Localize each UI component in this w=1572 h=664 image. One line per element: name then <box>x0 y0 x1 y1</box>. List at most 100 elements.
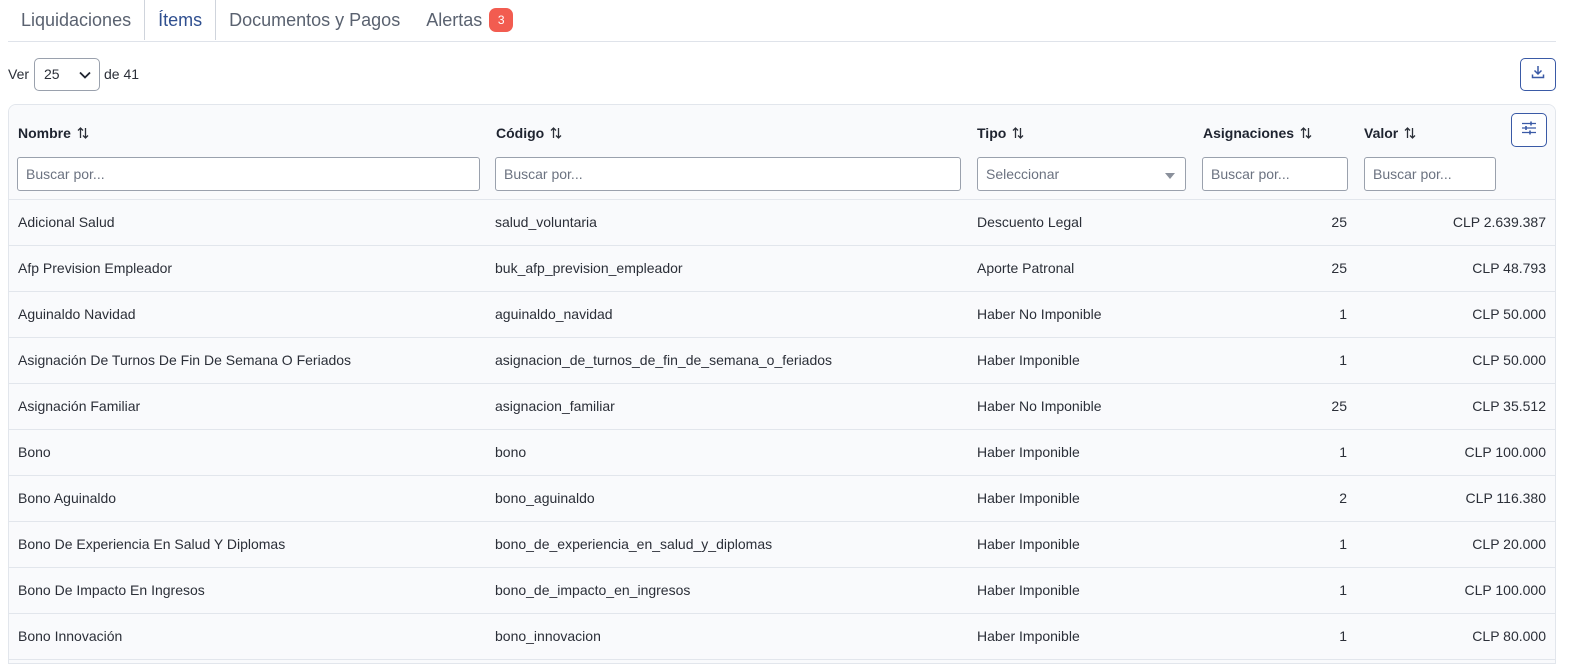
cell-valor: CLP 20.000 <box>1472 536 1546 552</box>
download-button[interactable] <box>1520 58 1556 91</box>
sort-arrows-icon <box>1404 126 1416 140</box>
filter-codigo-input[interactable] <box>495 157 961 191</box>
cell-codigo: aguinaldo_navidad <box>495 306 613 322</box>
column-label: Valor <box>1364 125 1399 141</box>
sort-arrows-icon <box>550 126 562 140</box>
cell-tipo: Haber No Imponible <box>977 306 1102 322</box>
table-header: Nombre Código Tipo Asignaciones Valor Bu… <box>9 105 1555 200</box>
cell-asignaciones: 25 <box>1331 214 1347 230</box>
table-row[interactable]: Bono Innovación bono_innovacion Haber Impo… <box>9 614 1555 660</box>
cell-nombre: Bono Innovación <box>18 628 123 644</box>
cell-nombre: Adicional Salud <box>18 214 115 230</box>
cell-nombre: Bono De Impacto En Ingresos <box>18 582 205 598</box>
cell-tipo: Aporte Patronal <box>977 260 1075 276</box>
cell-tipo: Descuento Legal <box>977 214 1083 230</box>
tab-liquidaciones[interactable]: Liquidaciones <box>8 0 144 40</box>
cell-valor: CLP 80.000 <box>1472 628 1546 644</box>
cell-codigo: asignacion_familiar <box>495 398 615 414</box>
page-size-value: 25 <box>44 66 60 82</box>
cell-tipo: Haber Imponible <box>977 444 1080 460</box>
cell-codigo: bono <box>495 444 527 460</box>
cell-valor: CLP 48.793 <box>1472 260 1546 276</box>
cell-asignaciones: 1 <box>1339 582 1347 598</box>
cell-valor: CLP 50.000 <box>1472 306 1546 322</box>
cell-asignaciones: 2 <box>1339 490 1347 506</box>
cell-nombre: Asignación Familiar <box>18 398 141 414</box>
column-header-nombre[interactable]: Nombre <box>18 125 89 141</box>
tab-bar: Liquidaciones Ítems Documentos y Pagos A… <box>8 0 1556 42</box>
cell-asignaciones: 1 <box>1339 536 1347 552</box>
cell-asignaciones: 1 <box>1339 628 1347 644</box>
tab-documentos-y-pagos[interactable]: Documentos y Pagos <box>216 0 413 40</box>
cell-asignaciones: 1 <box>1339 306 1347 322</box>
table-row[interactable]: Bono bono Haber Imponible 1 CLP 100.000 <box>9 430 1555 476</box>
items-table: Nombre Código Tipo Asignaciones Valor Bu… <box>8 104 1556 664</box>
column-settings-button[interactable] <box>1511 113 1547 147</box>
cell-nombre: Afp Prevision Empleador <box>18 260 173 276</box>
cell-tipo: Haber Imponible <box>977 490 1080 506</box>
column-header-asignaciones[interactable]: Asignaciones <box>1203 125 1312 141</box>
column-header-codigo[interactable]: Código <box>496 125 562 141</box>
filter-nombre-input[interactable] <box>17 157 480 191</box>
tab-label: Ítems <box>158 9 203 30</box>
sort-arrows-icon <box>1012 126 1024 140</box>
column-label: Tipo <box>977 125 1007 141</box>
cell-valor: CLP 2.639.387 <box>1452 214 1546 230</box>
total-count-label: de 41 <box>104 66 140 82</box>
cell-nombre: Bono Aguinaldo <box>18 490 117 506</box>
cell-valor: CLP 100.000 <box>1464 444 1546 460</box>
filter-tipo-select[interactable]: Seleccionar <box>977 157 1186 191</box>
table-row[interactable]: Asignación De Turnos De Fin De Semana O … <box>9 338 1555 384</box>
table-row[interactable]: Aguinaldo Navidad aguinaldo_navidad Haber … <box>9 292 1555 338</box>
table-row[interactable]: Bono De Impacto En Ingresos bono_de_impac… <box>9 568 1555 614</box>
chevron-down-icon <box>79 66 91 82</box>
tab-alertas[interactable]: Alertas 3 <box>413 0 526 40</box>
table-body: Adicional Salud salud_voluntaria Descuento… <box>9 200 1555 660</box>
cell-tipo: Haber Imponible <box>977 352 1080 368</box>
cell-valor: CLP 50.000 <box>1472 352 1546 368</box>
cell-tipo: Haber Imponible <box>977 628 1080 644</box>
cell-nombre: Aguinaldo Navidad <box>18 306 136 322</box>
cell-valor: CLP 116.380 <box>1465 490 1546 506</box>
filter-asignaciones-input[interactable] <box>1202 157 1348 191</box>
sliders-icon <box>1521 121 1537 140</box>
cell-nombre: Bono <box>18 444 51 460</box>
cell-nombre: Asignación De Turnos De Fin De Semana O … <box>18 352 352 368</box>
column-header-tipo[interactable]: Tipo <box>977 125 1024 141</box>
cell-codigo: bono_aguinaldo <box>495 490 595 506</box>
cell-valor: CLP 35.512 <box>1472 398 1546 414</box>
caret-down-icon <box>1165 166 1175 182</box>
filter-valor-input[interactable] <box>1364 157 1496 191</box>
cell-codigo: salud_voluntaria <box>495 214 597 230</box>
pager-toolbar: Ver 25 de 41 <box>8 57 139 91</box>
tab-items[interactable]: Ítems <box>144 0 217 40</box>
tab-label: Liquidaciones <box>21 9 132 30</box>
column-label: Código <box>496 125 545 141</box>
table-row[interactable]: Afp Prevision Empleador buk_afp_prevision… <box>9 246 1555 292</box>
table-row[interactable]: Bono Aguinaldo bono_aguinaldo Haber Imponi… <box>9 476 1555 522</box>
download-icon <box>1531 65 1545 84</box>
page-size-select[interactable]: 25 <box>34 57 101 91</box>
table-row[interactable]: Asignación Familiar asignacion_familiar Ha… <box>9 384 1555 430</box>
cell-tipo: Haber Imponible <box>977 536 1080 552</box>
column-label: Nombre <box>18 125 71 141</box>
cell-valor: CLP 100.000 <box>1464 582 1546 598</box>
alert-count-badge: 3 <box>489 8 514 32</box>
cell-nombre: Bono De Experiencia En Salud Y Diplomas <box>18 536 286 552</box>
cell-asignaciones: 25 <box>1331 260 1347 276</box>
cell-codigo: asignacion_de_turnos_de_fin_de_semana_o_… <box>495 352 833 368</box>
table-row[interactable]: Bono De Experiencia En Salud Y Diplomas b… <box>9 522 1555 568</box>
column-label: Asignaciones <box>1203 125 1295 141</box>
sort-arrows-icon <box>77 126 89 140</box>
sort-arrows-icon <box>1300 126 1312 140</box>
column-header-valor[interactable]: Valor <box>1364 125 1416 141</box>
cell-codigo: buk_afp_prevision_empleador <box>495 260 683 276</box>
cell-tipo: Haber No Imponible <box>977 398 1102 414</box>
tab-label: Alertas <box>426 9 483 30</box>
cell-codigo: bono_innovacion <box>495 628 601 644</box>
table-row[interactable]: Adicional Salud salud_voluntaria Descuento… <box>9 200 1555 246</box>
cell-asignaciones: 25 <box>1331 398 1347 414</box>
ver-label: Ver <box>8 66 30 82</box>
cell-asignaciones: 1 <box>1339 352 1347 368</box>
select-placeholder: Seleccionar <box>986 166 1060 182</box>
